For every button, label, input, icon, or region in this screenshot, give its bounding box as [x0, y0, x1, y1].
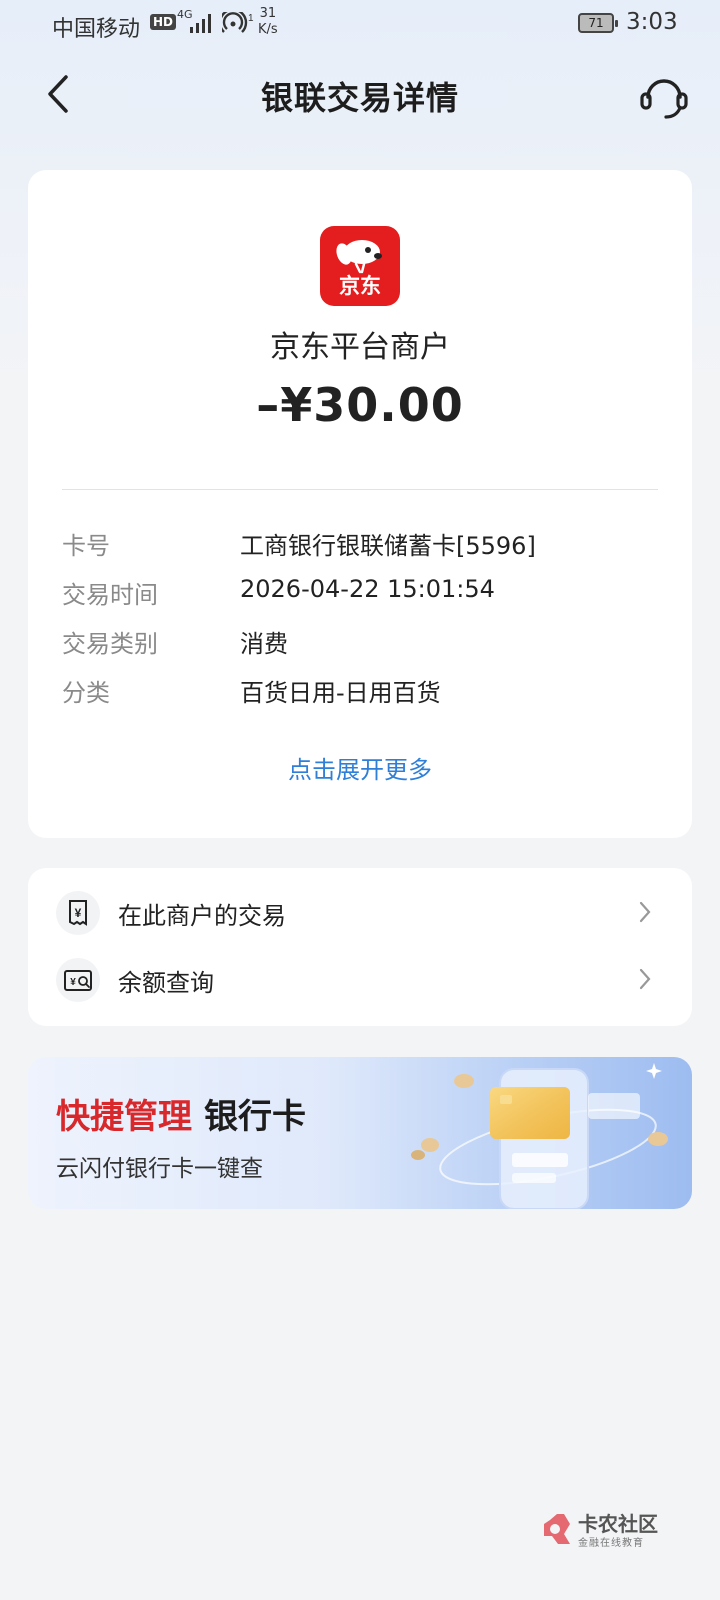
detail-label: 分类	[62, 679, 110, 707]
signal-icon	[190, 14, 211, 33]
svg-text:¥: ¥	[75, 906, 82, 920]
detail-value: 2026-04-22 15:01:54	[240, 575, 495, 603]
speed-value: 31	[259, 6, 277, 21]
divider	[62, 489, 658, 490]
chevron-right-icon	[639, 901, 651, 923]
detail-row-time: 交易时间 2026-04-22 15:01:54	[62, 575, 658, 615]
carrier-name: 中国移动	[52, 17, 141, 42]
actions-card: ¥ 在此商户的交易 ¥ 余额查询	[28, 868, 692, 1026]
transaction-card: 京东 京东平台商户 –¥30.00 卡号 工商银行银联储蓄卡[5596] 交易时…	[28, 170, 692, 838]
banner-title-highlight: 快捷管理	[56, 1097, 192, 1137]
page-title: 银联交易详情	[260, 79, 459, 117]
balance-search-icon: ¥	[56, 958, 100, 1002]
balance-inquiry-label: 余额查询	[118, 969, 214, 997]
speed-unit: K/s	[258, 22, 278, 37]
kanong-logo-icon	[544, 1514, 570, 1544]
nav-header: 银联交易详情	[0, 55, 720, 135]
phone-card-illustration	[411, 1063, 668, 1209]
bank-card-banner[interactable]: 快捷管理 银行卡 云闪付银行卡一键查	[28, 1057, 692, 1209]
receipt-icon: ¥	[56, 891, 100, 935]
merchant-transactions-label: 在此商户的交易	[118, 902, 286, 930]
customer-service-icon[interactable]	[636, 67, 692, 123]
transaction-amount: –¥30.00	[256, 378, 464, 432]
detail-value: 工商银行银联储蓄卡[5596]	[240, 532, 536, 560]
hotspot-count: 1	[248, 13, 254, 24]
detail-label: 交易时间	[62, 581, 158, 609]
network-speed: 31 K/s	[258, 6, 278, 38]
banner-title-main: 银行卡	[204, 1097, 306, 1137]
merchant-transactions-item[interactable]: ¥ 在此商户的交易	[28, 880, 692, 946]
balance-inquiry-item[interactable]: ¥ 余额查询	[28, 947, 692, 1013]
chevron-right-icon	[639, 968, 651, 990]
detail-row-type: 交易类别 消费	[62, 624, 658, 664]
detail-label: 卡号	[62, 532, 110, 560]
battery-icon: 71	[578, 13, 618, 33]
detail-row-card-number: 卡号 工商银行银联储蓄卡[5596]	[62, 526, 658, 566]
hd-badge: HD	[150, 14, 177, 30]
watermark: 卡农社区 金融在线教育	[540, 1508, 680, 1552]
detail-value: 百货日用-日用百货	[240, 679, 441, 707]
jd-logo: 京东	[320, 226, 400, 306]
status-bar: 中国移动 HD 4G 1 31 K/s 71 3:03	[0, 0, 720, 50]
merchant-name: 京东平台商户	[270, 330, 450, 365]
clock: 3:03	[626, 9, 678, 35]
detail-row-category: 分类 百货日用-日用百货	[62, 673, 658, 713]
detail-label: 交易类别	[62, 630, 158, 658]
svg-text:¥: ¥	[70, 977, 76, 988]
banner-title: 快捷管理 银行卡	[56, 1089, 306, 1138]
watermark-name: 卡农社区	[578, 1512, 658, 1536]
logo-text: 京东	[339, 274, 381, 298]
expand-more-link[interactable]: 点击展开更多	[28, 750, 692, 785]
banner-subtitle: 云闪付银行卡一键查	[56, 1156, 263, 1182]
detail-value: 消费	[240, 630, 288, 658]
hotspot-icon: 1	[222, 12, 254, 33]
watermark-tagline: 金融在线教育	[578, 1538, 644, 1549]
